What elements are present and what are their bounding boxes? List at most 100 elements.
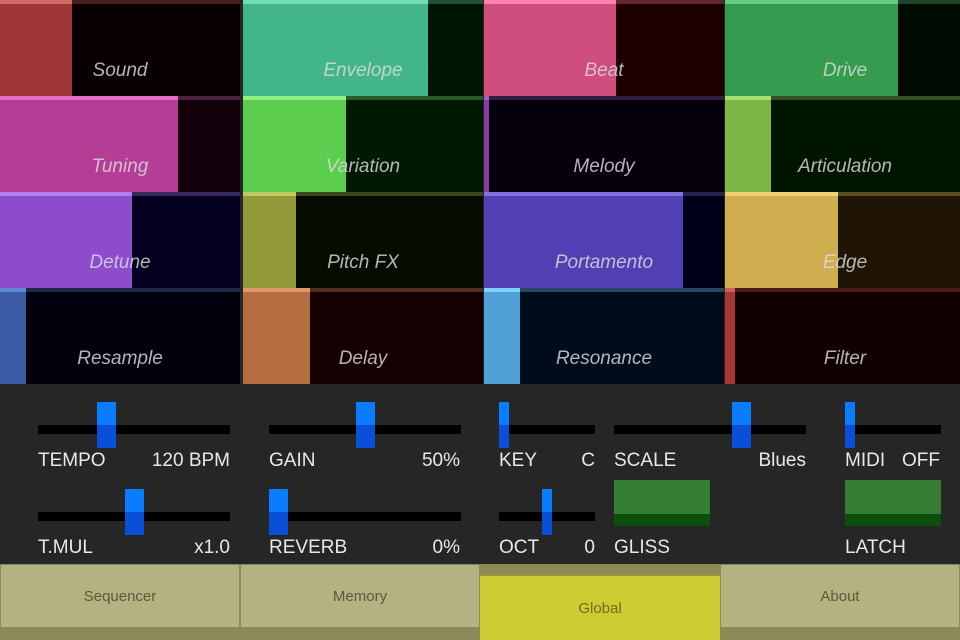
reverb-value: 0% <box>432 537 460 558</box>
tempo-slider-track <box>38 425 230 434</box>
gain-value: 50% <box>421 450 460 471</box>
scale-slider-track <box>614 425 806 434</box>
latch-label: LATCH <box>845 537 906 558</box>
pad-level-fill-edge <box>0 0 72 4</box>
reverb-slider[interactable] <box>269 480 461 535</box>
pad-label: Beat <box>584 60 624 81</box>
reverb-slider-thumb[interactable] <box>269 489 288 535</box>
pad-tuning[interactable]: Tuning <box>0 96 240 192</box>
tab-memory-label: Memory <box>332 587 388 605</box>
key-slider[interactable] <box>499 393 595 448</box>
pad-level-fill-edge <box>0 96 178 100</box>
midi-slider[interactable] <box>845 393 941 448</box>
pad-top-edge <box>725 288 960 292</box>
pad-resonance[interactable]: Resonance <box>484 288 724 384</box>
midi-value: OFF <box>902 450 940 471</box>
pad-filter[interactable]: Filter <box>725 288 960 384</box>
tab-bar: Sequencer Memory Global About <box>0 564 960 640</box>
reverb-slider-track <box>269 512 461 521</box>
pad-pitch-fx[interactable]: Pitch FX <box>243 192 483 288</box>
pad-level-fill-edge <box>484 0 616 4</box>
tmul-value: x1.0 <box>194 537 230 558</box>
pad-label: Sound <box>92 60 148 81</box>
pad-top-edge <box>0 288 240 292</box>
pad-detune[interactable]: Detune <box>0 192 240 288</box>
pad-drive[interactable]: Drive <box>725 0 960 96</box>
scale-slider[interactable] <box>614 393 806 448</box>
gliss-toggle[interactable] <box>614 480 710 526</box>
tempo-slider-thumb[interactable] <box>96 402 116 448</box>
oct-slider-thumb[interactable] <box>542 489 552 535</box>
pad-label: Melody <box>573 156 635 177</box>
oct-value: 0 <box>584 537 595 558</box>
pad-level-fill-edge <box>484 288 520 292</box>
global-controls-panel: TEMPO 120 BPM T.MUL x1.0 GAIN 50% REVERB… <box>0 384 960 564</box>
pad-level-fill-edge <box>0 288 27 292</box>
pad-level-fill-edge <box>243 96 347 100</box>
tab-global-label: Global <box>578 599 622 617</box>
midi-slider-thumb[interactable] <box>845 402 855 448</box>
pad-label: Drive <box>822 60 868 81</box>
pad-level-fill-edge <box>243 0 428 4</box>
pad-label: Filter <box>823 348 867 369</box>
pad-beat[interactable]: Beat <box>484 0 724 96</box>
pad-level-fill-edge <box>725 0 898 4</box>
pad-top-edge <box>484 288 724 292</box>
pad-envelope[interactable]: Envelope <box>243 0 483 96</box>
pad-label: Articulation <box>798 156 892 177</box>
pad-sound[interactable]: Sound <box>0 0 240 96</box>
tab-about[interactable]: About <box>720 564 960 628</box>
pad-top-edge <box>484 96 724 100</box>
gain-slider-thumb[interactable] <box>355 402 375 448</box>
gliss-label: GLISS <box>614 537 670 558</box>
pad-label: Delay <box>338 348 388 369</box>
pad-articulation[interactable]: Articulation <box>725 96 960 192</box>
pad-label: Variation <box>325 156 401 177</box>
pad-label: Pitch FX <box>327 252 399 273</box>
pad-level-fill-edge <box>484 96 489 100</box>
pad-melody[interactable]: Melody <box>484 96 724 192</box>
key-label: KEY <box>499 450 538 471</box>
tmul-label: T.MUL <box>38 537 93 558</box>
pad-delay[interactable]: Delay <box>243 288 483 384</box>
pad-level-fill-edge <box>0 192 132 196</box>
pad-level-fill-edge <box>243 288 311 292</box>
key-value: C <box>581 450 595 471</box>
reverb-label: REVERB <box>269 537 348 558</box>
pad-level-fill-edge <box>484 192 684 196</box>
scale-slider-thumb[interactable] <box>731 402 751 448</box>
gain-label: GAIN <box>269 450 316 471</box>
pad-level-fill-edge <box>725 96 771 100</box>
tempo-slider[interactable] <box>38 393 230 448</box>
pad-level-fill-edge <box>725 288 735 292</box>
pad-variation[interactable]: Variation <box>243 96 483 192</box>
pad-level-fill-edge <box>725 192 838 196</box>
scale-value: Blues <box>758 450 806 471</box>
tmul-slider[interactable] <box>38 480 230 535</box>
tab-about-label: About <box>820 587 860 605</box>
pad-portamento[interactable]: Portamento <box>484 192 724 288</box>
pad-level-fill-edge <box>243 192 296 196</box>
pad-grid: Sound Envelope Beat Drive Tuning Variation Mel… <box>0 0 960 384</box>
pad-label: Tuning <box>91 156 149 177</box>
pad-resample[interactable]: Resample <box>0 288 240 384</box>
pad-label: Envelope <box>323 60 403 81</box>
pad-label: Resonance <box>555 348 653 369</box>
latch-toggle[interactable] <box>845 480 941 526</box>
midi-label: MIDI <box>845 450 886 471</box>
key-slider-thumb[interactable] <box>499 402 509 448</box>
key-slider-track <box>499 425 595 434</box>
oct-label: OCT <box>499 537 540 558</box>
gain-slider[interactable] <box>269 393 461 448</box>
oct-slider[interactable] <box>499 480 595 535</box>
tab-global[interactable]: Global <box>480 575 720 640</box>
tab-sequencer[interactable]: Sequencer <box>0 564 240 628</box>
scale-label: SCALE <box>614 450 677 471</box>
pad-label: Resample <box>77 348 163 369</box>
tmul-slider-thumb[interactable] <box>124 489 144 535</box>
tab-sequencer-label: Sequencer <box>83 587 157 605</box>
pad-label: Edge <box>822 252 868 273</box>
tab-memory[interactable]: Memory <box>240 564 480 628</box>
pad-edge[interactable]: Edge <box>725 192 960 288</box>
pad-label: Portamento <box>554 252 654 273</box>
